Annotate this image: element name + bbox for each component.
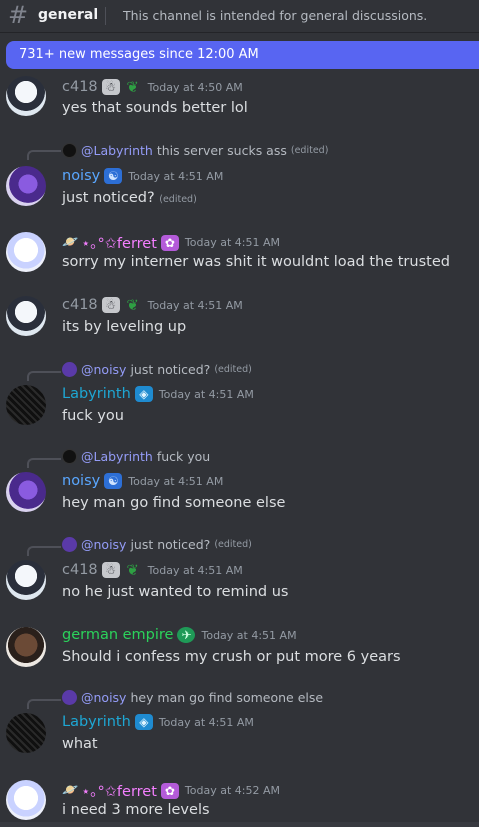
new-messages-banner[interactable]: 731+ new messages since 12:00 AM	[6, 41, 479, 69]
message-list: c418 ☃ ❦ Today at 4:50 AM yes that sound…	[0, 70, 479, 827]
message-text: sorry my interner was shit it wouldnt lo…	[62, 254, 450, 270]
timestamp: Today at 4:50 AM	[147, 80, 243, 94]
message-body: just noticed?	[62, 190, 155, 206]
reply-text: just noticed?	[130, 537, 211, 552]
timestamp: Today at 4:51 AM	[201, 628, 297, 642]
message-text: yes that sounds better lol	[62, 100, 248, 116]
username[interactable]: german empire	[62, 627, 173, 643]
reply-preview[interactable]: @noisy hey man go find someone else	[62, 690, 323, 705]
avatar[interactable]	[6, 296, 46, 336]
timestamp: Today at 4:51 AM	[147, 563, 243, 577]
message-text: i need 3 more levels	[62, 802, 210, 818]
reply-connector-icon	[27, 546, 61, 556]
timestamp: Today at 4:51 AM	[128, 169, 224, 183]
timestamp: Today at 4:51 AM	[147, 298, 243, 312]
role-icon: ✿	[160, 782, 179, 799]
reply-preview[interactable]: @Labyrinth fuck you	[62, 449, 210, 464]
message-text: hey man go find someone else	[62, 495, 286, 511]
planet-icon: 🪐	[62, 235, 79, 250]
hash-icon: #	[8, 1, 29, 29]
avatar[interactable]	[6, 780, 46, 820]
username[interactable]: c418	[62, 562, 98, 578]
username[interactable]: Labyrinth	[62, 714, 131, 730]
message-text: fuck you	[62, 408, 124, 424]
role-icon: ❦	[126, 78, 139, 96]
reply-text: hey man go find someone else	[130, 690, 324, 705]
role-icon: ❦	[126, 296, 139, 314]
username[interactable]: noisy	[62, 473, 100, 489]
reply-mention[interactable]: @noisy	[81, 690, 126, 705]
edited-tag: (edited)	[214, 364, 252, 375]
role-icon: ☯	[104, 473, 123, 489]
avatar	[62, 449, 77, 464]
reply-mention[interactable]: @noisy	[81, 537, 126, 552]
channel-topic[interactable]: This channel is intended for general dis…	[123, 8, 427, 23]
avatar[interactable]	[6, 385, 46, 425]
reply-mention[interactable]: @Labyrinth	[81, 449, 153, 464]
timestamp: Today at 4:51 AM	[184, 236, 280, 249]
username[interactable]: c418	[62, 79, 98, 95]
planet-icon: 🪐	[62, 783, 79, 798]
timestamp: Today at 4:52 AM	[184, 784, 280, 797]
reply-text: just noticed?	[130, 362, 211, 377]
avatar	[62, 362, 77, 377]
avatar[interactable]	[6, 166, 46, 206]
timestamp: Today at 4:51 AM	[158, 715, 254, 729]
reply-mention[interactable]: @noisy	[81, 362, 126, 377]
reply-preview[interactable]: @noisy just noticed? (edited)	[62, 537, 252, 552]
avatar[interactable]	[6, 232, 46, 272]
message-text: its by leveling up	[62, 319, 187, 335]
message-text: just noticed? (edited)	[62, 190, 197, 206]
role-icon: ❦	[126, 561, 139, 579]
edited-tag: (edited)	[159, 194, 197, 205]
role-icon: ☃	[101, 297, 120, 313]
message-text: no he just wanted to remind us	[62, 584, 289, 600]
message-text: Should i confess my crush or put more 6 …	[62, 649, 401, 665]
username[interactable]: ⋆｡°✩ferret	[81, 232, 157, 253]
channel-name[interactable]: general	[38, 7, 98, 23]
avatar[interactable]	[6, 560, 46, 600]
username[interactable]: c418	[62, 297, 98, 313]
role-icon: ✈	[177, 627, 196, 643]
channel-header: # general This channel is intended for g…	[0, 0, 479, 33]
role-icon: ☯	[104, 168, 123, 184]
role-icon: ☃	[101, 562, 120, 578]
reply-text: fuck you	[156, 449, 211, 464]
avatar[interactable]	[6, 472, 46, 512]
role-icon: ✿	[160, 234, 179, 251]
username[interactable]: Labyrinth	[62, 386, 131, 402]
avatar[interactable]	[6, 76, 46, 116]
avatar	[62, 143, 77, 158]
avatar[interactable]	[6, 713, 46, 753]
timestamp: Today at 4:51 AM	[158, 387, 254, 401]
reply-connector-icon	[27, 699, 61, 709]
edited-tag: (edited)	[290, 145, 329, 156]
timestamp: Today at 4:51 AM	[128, 474, 224, 488]
reply-text: this server sucks ass	[156, 143, 287, 158]
avatar	[62, 537, 77, 552]
header-divider	[105, 7, 106, 25]
message-composer-edge[interactable]	[0, 822, 479, 827]
reply-connector-icon	[27, 458, 61, 468]
role-icon: ◈	[134, 386, 153, 402]
new-messages-text: 731+ new messages since 12:00 AM	[19, 47, 259, 62]
reply-connector-icon	[27, 371, 61, 381]
role-icon: ☃	[101, 79, 120, 95]
avatar	[62, 690, 77, 705]
reply-connector-icon	[27, 150, 61, 160]
avatar[interactable]	[6, 627, 46, 667]
username[interactable]: noisy	[62, 168, 100, 184]
role-icon: ◈	[134, 714, 153, 730]
edited-tag: (edited)	[214, 539, 252, 550]
reply-preview[interactable]: @noisy just noticed? (edited)	[62, 362, 252, 377]
username[interactable]: ⋆｡°✩ferret	[81, 780, 157, 801]
reply-mention[interactable]: @Labyrinth	[81, 143, 153, 158]
message-text: what	[62, 736, 98, 752]
reply-preview[interactable]: @Labyrinth this server sucks ass (edited…	[62, 143, 328, 158]
